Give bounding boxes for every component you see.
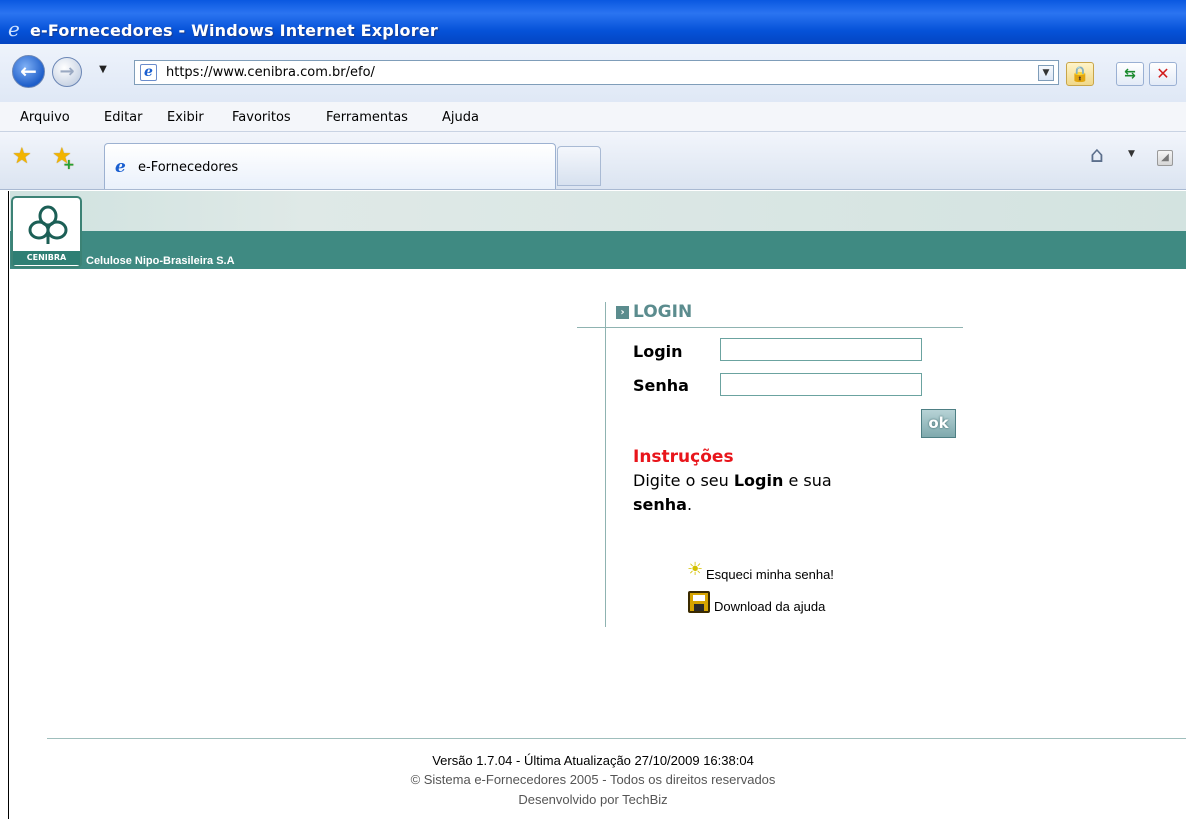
- instructions-mid: e sua: [783, 471, 832, 490]
- forgot-password-link[interactable]: Esqueci minha senha!: [706, 567, 834, 582]
- instructions-senha-word: senha: [633, 495, 687, 514]
- home-icon[interactable]: ⌂: [1090, 145, 1104, 167]
- window-titlebar: e e-Fornecedores - Windows Internet Expl…: [0, 0, 1186, 44]
- logo-wordmark: CENIBRA: [13, 251, 80, 265]
- footer-developer: Desenvolvido por TechBiz: [518, 792, 668, 807]
- back-arrow-icon: ←: [20, 59, 37, 83]
- floppy-disk-icon: [688, 591, 710, 613]
- menu-ferramentas[interactable]: Ferramentas: [326, 110, 408, 125]
- tab-bar: ★ ★ + e e-Fornecedores ⌂ ▼ ◢: [0, 132, 1186, 190]
- tab-label: e-Fornecedores: [138, 160, 239, 175]
- stop-button[interactable]: ✕: [1149, 62, 1177, 86]
- home-dropdown[interactable]: ▼: [1128, 149, 1135, 159]
- ok-button[interactable]: ok: [921, 409, 956, 438]
- add-favorite-icon[interactable]: ★ +: [52, 146, 75, 174]
- menu-arquivo[interactable]: Arquivo: [20, 110, 70, 125]
- brand-header-band: [10, 191, 1186, 231]
- menu-ajuda[interactable]: Ajuda: [442, 110, 479, 125]
- login-heading: LOGIN: [633, 302, 693, 322]
- ie-page-icon: e: [140, 64, 157, 81]
- download-help-link[interactable]: Download da ajuda: [714, 599, 825, 614]
- forward-button[interactable]: →: [52, 57, 82, 87]
- instructions-end: .: [686, 495, 693, 514]
- login-input[interactable]: [720, 338, 922, 361]
- footer-version: Versão 1.7.04 - Última Atualização 27/10…: [432, 753, 754, 768]
- footer-divider: [47, 738, 1186, 739]
- address-toolbar: ← → ▼ e https://www.cenibra.com.br/efo/ …: [0, 44, 1186, 102]
- bullet-arrow-icon: ›: [616, 306, 629, 319]
- menu-exibir[interactable]: Exibir: [167, 110, 204, 125]
- ie-icon: e: [115, 157, 126, 177]
- ie-icon: e: [8, 17, 20, 41]
- login-label: Login: [633, 342, 683, 361]
- address-dropdown-button[interactable]: ▼: [1038, 65, 1054, 81]
- password-input[interactable]: [720, 373, 922, 396]
- cenibra-logo: CENIBRA: [11, 196, 82, 268]
- instructions-login-word: Login: [733, 471, 784, 490]
- password-label: Senha: [633, 376, 689, 395]
- address-bar[interactable]: e https://www.cenibra.com.br/efo/ ▼: [134, 60, 1059, 85]
- back-button[interactable]: ←: [12, 55, 45, 88]
- page-border: [8, 191, 9, 819]
- favorites-star-icon[interactable]: ★: [12, 146, 32, 168]
- login-divider-horizontal: [577, 327, 963, 328]
- lock-icon[interactable]: 🔒: [1066, 62, 1094, 86]
- forward-arrow-icon: →: [59, 61, 75, 82]
- instructions-pre: Digite o seu: [633, 471, 734, 490]
- refresh-button[interactable]: ⇆: [1116, 62, 1144, 86]
- company-name: Celulose Nipo-Brasileira S.A: [86, 255, 235, 267]
- feed-icon[interactable]: ◢: [1157, 150, 1173, 166]
- menu-favoritos[interactable]: Favoritos: [232, 110, 291, 125]
- instructions-text: Digite o seu Login e sua senha.: [633, 469, 903, 517]
- window-title: e-Fornecedores - Windows Internet Explor…: [30, 21, 438, 40]
- url-text[interactable]: https://www.cenibra.com.br/efo/: [166, 65, 375, 80]
- login-divider-vertical: [605, 302, 606, 627]
- menu-editar[interactable]: Editar: [104, 110, 143, 125]
- new-tab-button[interactable]: [557, 146, 601, 186]
- menu-bar: Arquivo Editar Exibir Favoritos Ferramen…: [0, 102, 1186, 132]
- cenibra-leaf-icon: [28, 205, 68, 244]
- page-content: CENIBRA Celulose Nipo-Brasileira S.A › L…: [0, 191, 1186, 819]
- history-dropdown[interactable]: ▼: [96, 63, 110, 77]
- instructions-heading: Instruções: [633, 447, 734, 467]
- tab-e-fornecedores[interactable]: e e-Fornecedores: [104, 143, 556, 189]
- footer-copyright: © Sistema e-Fornecedores 2005 - Todos os…: [410, 772, 776, 787]
- lightbulb-icon: ☀: [687, 559, 704, 580]
